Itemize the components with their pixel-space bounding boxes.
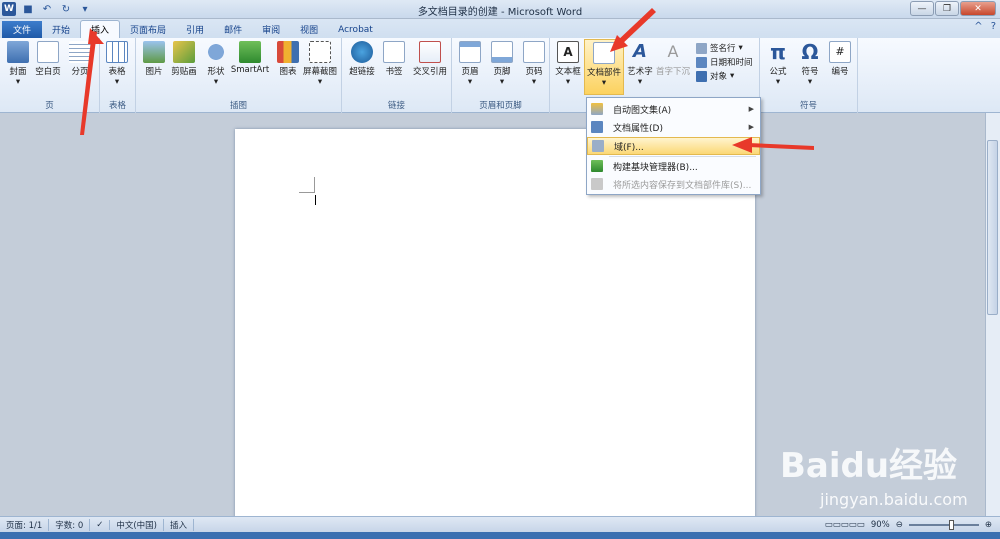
zoom-slider[interactable] bbox=[908, 519, 979, 530]
insert-mode[interactable]: 插入 bbox=[164, 518, 195, 531]
zoom-level[interactable]: 90% bbox=[871, 520, 890, 530]
page-count[interactable]: 页面: 1/1 bbox=[0, 518, 50, 531]
zoom-slider-thumb[interactable] bbox=[948, 519, 954, 530]
proofing-icon[interactable]: ✓ bbox=[90, 519, 111, 530]
zoom-in-icon[interactable]: ⊕ bbox=[985, 520, 992, 530]
zoom-out-icon[interactable]: ⊖ bbox=[896, 520, 903, 530]
arrow-head-insert bbox=[88, 28, 104, 44]
baidu-watermark: Baidu经验 jingyan.baidu.com bbox=[770, 432, 1000, 516]
arrow-to-insert-tab bbox=[80, 31, 97, 135]
arrow-head-field bbox=[732, 137, 752, 153]
view-buttons[interactable]: ▭▭▭▭▭ bbox=[825, 520, 865, 530]
watermark-url: jingyan.baidu.com bbox=[820, 490, 968, 509]
taskbar bbox=[0, 532, 1000, 539]
language[interactable]: 中文(中国) bbox=[110, 518, 164, 531]
watermark-brand: Baidu经验 bbox=[780, 446, 958, 486]
arrow-to-field bbox=[748, 143, 814, 150]
status-bar: 页面: 1/1 字数: 0 ✓ 中文(中国) 插入 ▭▭▭▭▭ 90% ⊖ ⊕ bbox=[0, 516, 1000, 532]
word-count[interactable]: 字数: 0 bbox=[49, 518, 91, 531]
